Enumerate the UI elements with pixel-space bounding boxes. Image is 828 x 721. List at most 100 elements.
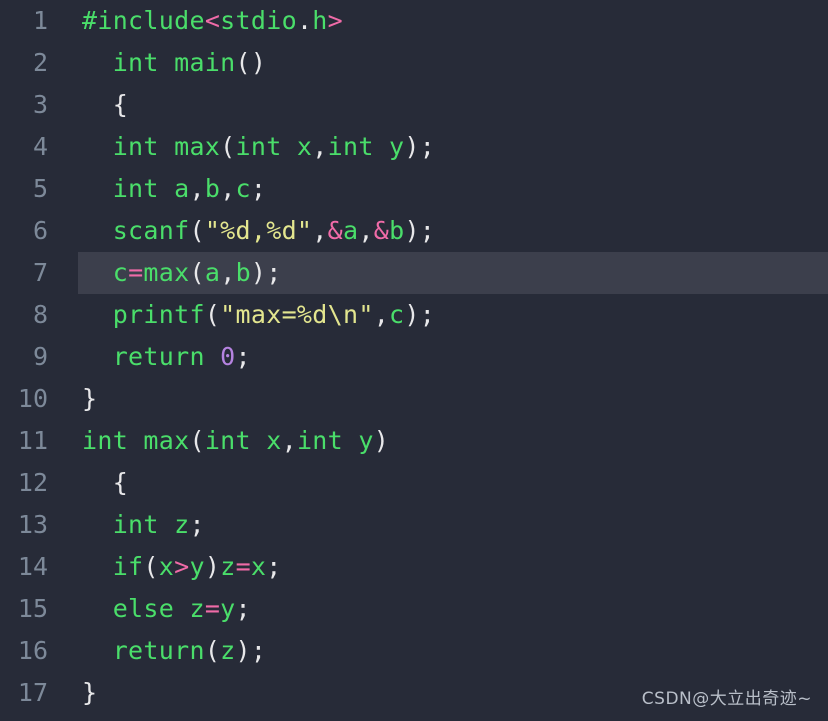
code-line[interactable]: 5 int a,b,c; (0, 168, 828, 210)
code-token-punc (82, 48, 113, 77)
code-token-punc: ) (373, 426, 390, 455)
code-token-op: = (204, 594, 221, 623)
code-line-content[interactable]: printf("max=%d\n",c); (78, 294, 828, 336)
code-token-kw: int main (112, 48, 236, 77)
code-token-punc (82, 468, 113, 497)
line-number: 4 (32, 132, 48, 161)
code-token-kw: h (312, 6, 328, 35)
code-line[interactable]: 16 return(z); (0, 630, 828, 672)
code-token-fn: max (143, 258, 190, 287)
code-token-kw: int y (296, 426, 374, 455)
code-line-content[interactable]: { (78, 84, 828, 126)
line-number: 12 (17, 468, 48, 497)
code-token-kw: x (158, 552, 175, 581)
code-token-punc (82, 300, 113, 329)
code-token-kw: return (112, 342, 221, 371)
line-number: 3 (32, 90, 48, 119)
code-token-op: = (128, 258, 144, 287)
code-token-kw: int max (112, 132, 221, 161)
code-token-punc (82, 552, 113, 581)
code-line-content[interactable]: scanf("%d,%d",&a,&b); (78, 210, 828, 252)
code-token-punc: , (220, 258, 236, 287)
code-line[interactable]: 9 return 0; (0, 336, 828, 378)
line-number: 16 (17, 636, 48, 665)
code-line[interactable]: 1 #include<stdio.h> (0, 0, 828, 42)
code-line-content[interactable]: c=max(a,b); (78, 252, 828, 294)
code-token-kw: y (189, 552, 205, 581)
line-number: 9 (32, 342, 48, 371)
code-line[interactable]: 15 else z=y; (0, 588, 828, 630)
code-token-kw: int a (112, 174, 190, 203)
code-token-fn: printf (112, 300, 205, 329)
code-line-content[interactable]: { (78, 462, 828, 504)
code-line[interactable]: 4 int max(int x,int y); (0, 126, 828, 168)
code-line[interactable]: 10} (0, 378, 828, 420)
code-line-content[interactable]: } (78, 378, 828, 420)
code-line-content[interactable]: if(x>y)z=x; (78, 546, 828, 588)
code-token-punc: ; (250, 174, 267, 203)
code-token-punc (82, 342, 113, 371)
line-number: 17 (17, 678, 48, 707)
code-token-punc (82, 174, 113, 203)
code-token-punc: , (281, 426, 297, 455)
code-token-kw: return (112, 636, 205, 665)
code-token-punc: ); (404, 216, 436, 245)
code-token-punc: ); (250, 258, 282, 287)
code-token-punc: ( (204, 300, 221, 329)
code-token-op: < (204, 6, 221, 35)
code-token-kw: b (389, 216, 405, 245)
code-line[interactable]: 8 printf("max=%d\n",c); (0, 294, 828, 336)
code-line[interactable]: 6 scanf("%d,%d",&a,&b); (0, 210, 828, 252)
code-token-punc: { (112, 468, 129, 497)
code-token-dot: . (296, 6, 313, 35)
code-line-content[interactable]: int main() (78, 42, 828, 84)
line-number: 5 (32, 174, 48, 203)
code-token-punc: ); (404, 300, 436, 329)
code-token-punc: } (82, 678, 98, 707)
line-number: 8 (32, 300, 48, 329)
code-token-punc: , (373, 300, 390, 329)
code-token-punc: ); (235, 636, 267, 665)
code-line[interactable]: 12 { (0, 462, 828, 504)
code-line-content[interactable]: int max(int x,int y); (78, 126, 828, 168)
code-token-punc: ( (189, 216, 205, 245)
code-token-kw: a (343, 216, 359, 245)
code-line[interactable]: 13 int z; (0, 504, 828, 546)
code-line[interactable]: 11 int max(int x,int y) (0, 420, 828, 462)
line-number: 13 (17, 510, 48, 539)
code-token-kw: c (235, 174, 251, 203)
code-editor[interactable]: 1 #include<stdio.h> 2 int main() 3 {4 int m… (0, 0, 828, 721)
code-token-punc: ) (204, 552, 221, 581)
line-number: 1 (32, 6, 48, 35)
code-token-punc: ( (204, 636, 221, 665)
code-line-content[interactable]: #include<stdio.h> (78, 0, 828, 42)
code-token-punc: , (220, 174, 236, 203)
code-line[interactable]: 2 int main() (0, 42, 828, 84)
code-token-kw: z (220, 552, 236, 581)
code-token-kw: int x (235, 132, 313, 161)
code-token-kw: a (204, 258, 221, 287)
code-line-content[interactable]: else z=y; (78, 588, 828, 630)
code-token-punc: , (312, 216, 328, 245)
code-line[interactable]: 7 c=max(a,b); (0, 252, 828, 294)
code-token-kw: c (389, 300, 405, 329)
code-line-content[interactable]: int a,b,c; (78, 168, 828, 210)
code-line[interactable]: 3 { (0, 84, 828, 126)
code-line[interactable]: 14 if(x>y)z=x; (0, 546, 828, 588)
code-token-punc: { (112, 90, 129, 119)
code-token-kw: int max (82, 426, 190, 455)
code-token-punc: ( (220, 132, 236, 161)
code-token-kw: z (220, 636, 236, 665)
code-token-punc: , (312, 132, 328, 161)
code-line-content[interactable]: return(z); (78, 630, 828, 672)
code-line-content[interactable]: int z; (78, 504, 828, 546)
code-token-op: > (174, 552, 190, 581)
code-line-content[interactable]: return 0; (78, 336, 828, 378)
code-token-kw: y (220, 594, 236, 623)
line-number: 14 (17, 552, 48, 581)
code-line-content[interactable]: int max(int x,int y) (78, 420, 828, 462)
code-token-op: = (235, 552, 251, 581)
code-token-punc: , (358, 216, 374, 245)
code-token-punc (82, 216, 113, 245)
code-token-punc: ; (266, 552, 282, 581)
